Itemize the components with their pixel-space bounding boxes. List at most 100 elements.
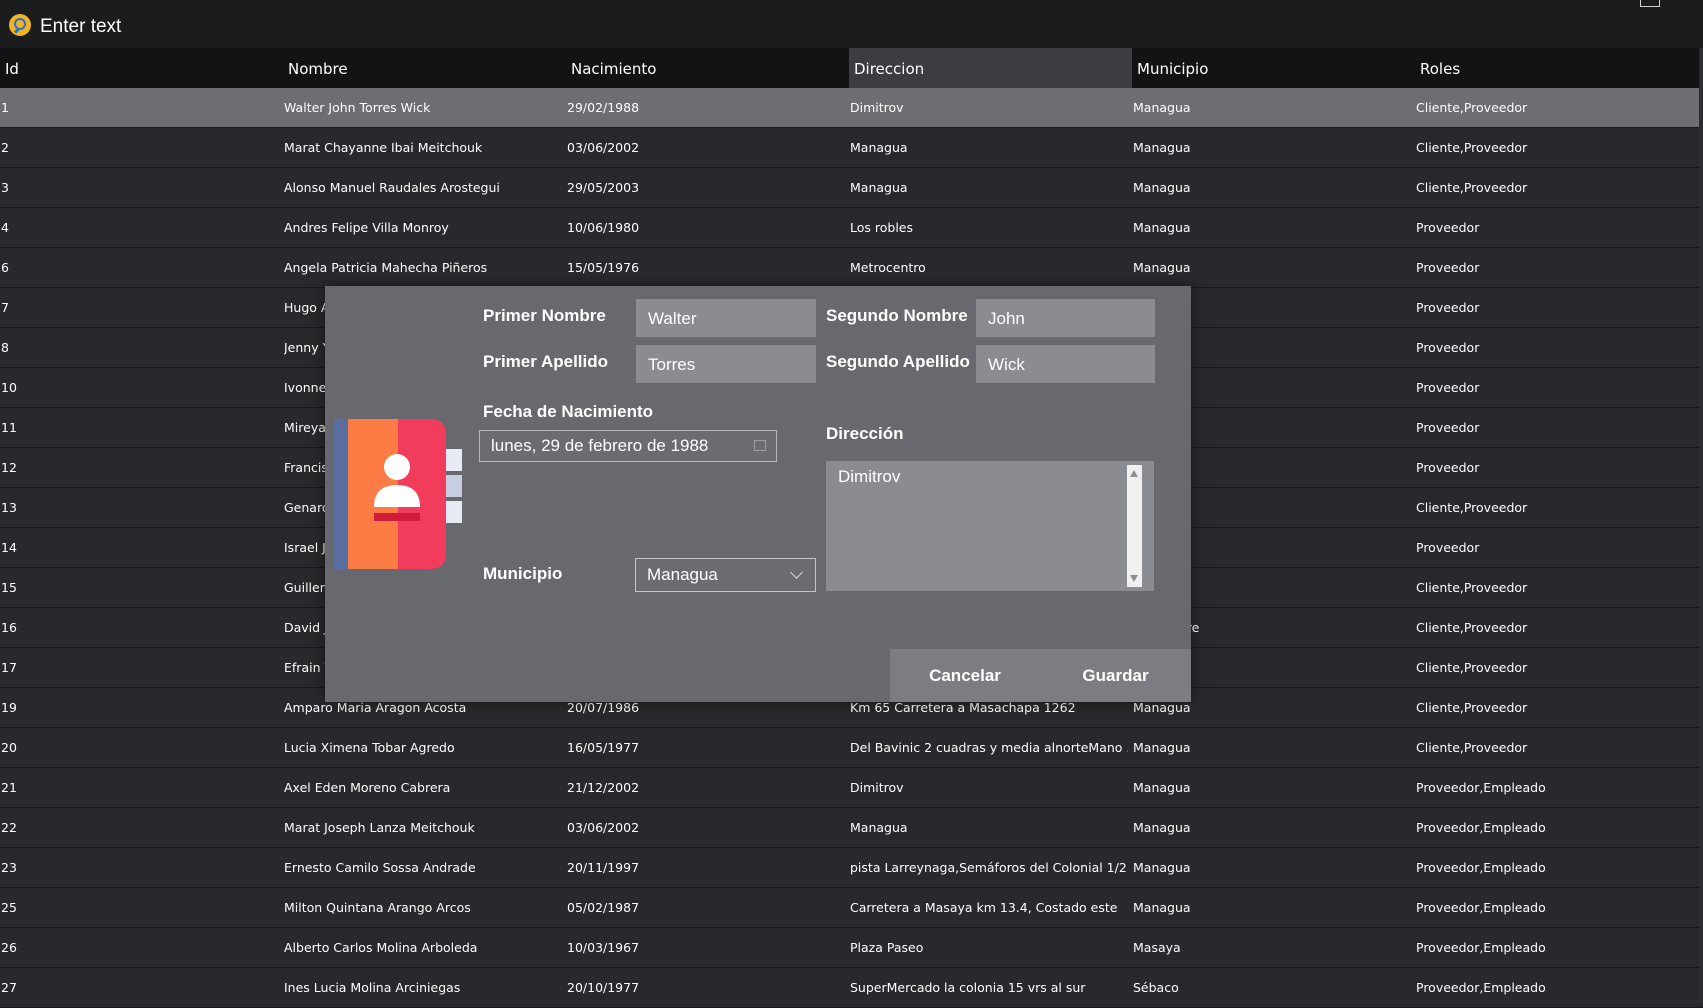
cell-roles: Proveedor,Empleado — [1416, 940, 1546, 955]
cell-nombre: Ernesto Camilo Sossa Andrade — [284, 860, 476, 875]
cell-roles: Cliente,Proveedor — [1416, 180, 1528, 195]
fecha-nacimiento-label: Fecha de Nacimiento — [483, 402, 654, 421]
municipio-label: Municipio — [483, 564, 563, 583]
cell-nombre: Alberto Carlos Molina Arboleda — [284, 940, 478, 955]
cell-roles: Cliente,Proveedor — [1416, 620, 1528, 635]
table-row[interactable]: 20 Lucia Ximena Tobar Agredo 16/05/1977 Del… — [0, 728, 1703, 768]
cell-id: 16 — [1, 620, 17, 635]
scroll-down-icon[interactable] — [1130, 575, 1138, 582]
column-header-municipio[interactable]: Municipio — [1132, 48, 1415, 88]
cell-roles: Cliente,Proveedor — [1416, 500, 1528, 515]
cell-nacimiento: 15/05/1976 — [567, 260, 640, 275]
table-row[interactable]: 25 Milton Quintana Arango Arcos 05/02/1987… — [0, 888, 1703, 928]
cell-nombre: Ines Lucia Molina Arciniegas — [284, 980, 461, 995]
cell-nombre: Marat Chayanne Ibai Meitchouk — [284, 140, 483, 155]
cell-nacimiento: 10/06/1980 — [567, 220, 640, 235]
segundo-nombre-label: Segundo Nombre — [826, 306, 968, 325]
cell-roles: Proveedor — [1416, 460, 1480, 475]
grid-header: Id Nombre Nacimiento Direccion Municipio… — [0, 48, 1703, 88]
cell-id: 1 — [1, 100, 9, 115]
cell-direccion: Dimitrov — [850, 780, 904, 795]
save-button[interactable]: Guardar — [1040, 649, 1191, 702]
cell-id: 23 — [1, 860, 17, 875]
cell-direccion: SuperMercado la colonia 15 vrs al sur — [850, 980, 1086, 995]
cell-roles: Proveedor,Empleado — [1416, 980, 1546, 995]
cell-nacimiento: 16/05/1977 — [567, 740, 640, 755]
column-header-direccion[interactable]: Direccion — [849, 48, 1132, 88]
cell-municipio: Managua — [1133, 900, 1191, 915]
primer-apellido-field[interactable]: Torres — [636, 345, 816, 383]
cell-direccion: Plaza Paseo — [850, 940, 924, 955]
cell-municipio: Managua — [1133, 180, 1191, 195]
table-row[interactable]: 3 Alonso Manuel Raudales Arostegui 29/05/2… — [0, 168, 1703, 208]
fecha-nacimiento-picker[interactable]: lunes, 29 de febrero de 1988 — [479, 430, 777, 462]
cell-roles: Proveedor — [1416, 300, 1480, 315]
cell-id: 21 — [1, 780, 17, 795]
table-row[interactable]: 22 Marat Joseph Lanza Meitchouk 03/06/2002… — [0, 808, 1703, 848]
cell-id: 4 — [1, 220, 9, 235]
cell-roles: Proveedor,Empleado — [1416, 780, 1546, 795]
segundo-nombre-field[interactable]: John — [976, 299, 1155, 337]
fecha-nacimiento-value: lunes, 29 de febrero de 1988 — [491, 436, 709, 455]
cell-roles: Proveedor,Empleado — [1416, 860, 1546, 875]
direccion-textarea[interactable]: Dimitrov — [826, 461, 1154, 591]
cell-nacimiento: 03/06/2002 — [567, 820, 640, 835]
cell-nacimiento: 29/02/1988 — [567, 100, 640, 115]
cell-id: 8 — [1, 340, 9, 355]
cell-roles: Cliente,Proveedor — [1416, 140, 1528, 155]
cell-roles: Cliente,Proveedor — [1416, 580, 1528, 595]
segundo-apellido-label: Segundo Apellido — [826, 352, 970, 371]
cell-id: 26 — [1, 940, 17, 955]
calendar-icon[interactable] — [754, 440, 766, 451]
cell-roles: Proveedor,Empleado — [1416, 820, 1546, 835]
cell-nombre: Alonso Manuel Raudales Arostegui — [284, 180, 500, 195]
cell-nombre: Axel Eden Moreno Cabrera — [284, 780, 451, 795]
contact-book-icon — [334, 419, 462, 569]
dialog-button-bar: Cancelar Guardar — [890, 649, 1191, 702]
cell-municipio: Managua — [1133, 860, 1191, 875]
table-row[interactable]: 23 Ernesto Camilo Sossa Andrade 20/11/1997… — [0, 848, 1703, 888]
column-header-roles[interactable]: Roles — [1415, 48, 1699, 88]
table-row[interactable]: 26 Alberto Carlos Molina Arboleda 10/03/19… — [0, 928, 1703, 968]
cell-id: 17 — [1, 660, 17, 675]
cancel-button[interactable]: Cancelar — [890, 649, 1040, 702]
table-row[interactable]: 1 Walter John Torres Wick 29/02/1988 Dimitr… — [0, 88, 1703, 128]
primer-apellido-label: Primer Apellido — [483, 352, 609, 371]
cell-roles: Proveedor — [1416, 260, 1480, 275]
primer-nombre-label: Primer Nombre — [483, 306, 606, 325]
cell-direccion: Managua — [850, 820, 908, 835]
cell-municipio: Managua — [1133, 740, 1191, 755]
cell-roles: Cliente,Proveedor — [1416, 660, 1528, 675]
direccion-label: Dirección — [826, 424, 904, 443]
search-bar: Enter text — [0, 0, 1703, 48]
cell-roles: Proveedor — [1416, 380, 1480, 395]
maximize-icon[interactable] — [1640, 0, 1660, 7]
textarea-scrollbar[interactable] — [1127, 465, 1142, 587]
column-header-nacimiento[interactable]: Nacimiento — [566, 48, 849, 88]
search-input[interactable]: Enter text — [40, 16, 121, 38]
cell-roles: Proveedor — [1416, 540, 1480, 555]
table-row[interactable]: 21 Axel Eden Moreno Cabrera 21/12/2002 Dimi… — [0, 768, 1703, 808]
table-row[interactable]: 27 Ines Lucia Molina Arciniegas 20/10/1977… — [0, 968, 1703, 1008]
cell-id: 11 — [1, 420, 17, 435]
table-row[interactable]: 4 Andres Felipe Villa Monroy 10/06/1980 Los… — [0, 208, 1703, 248]
cell-roles: Proveedor — [1416, 220, 1480, 235]
table-row[interactable]: 6 Angela Patricia Mahecha Piñeros 15/05/19… — [0, 248, 1703, 288]
cell-direccion: Los robles — [850, 220, 914, 235]
direccion-value: Dimitrov — [838, 467, 901, 486]
cell-nombre: Andres Felipe Villa Monroy — [284, 220, 449, 235]
column-header-id[interactable]: Id — [0, 48, 283, 88]
cell-nombre: Walter John Torres Wick — [284, 100, 431, 115]
cell-municipio: Managua — [1133, 220, 1191, 235]
cell-id: 20 — [1, 740, 17, 755]
scroll-up-icon[interactable] — [1130, 470, 1138, 477]
cell-nacimiento: 03/06/2002 — [567, 140, 640, 155]
search-icon[interactable] — [9, 14, 31, 36]
primer-nombre-field[interactable]: Walter — [636, 299, 816, 337]
column-header-nombre[interactable]: Nombre — [283, 48, 566, 88]
segundo-apellido-field[interactable]: Wick — [976, 345, 1155, 383]
grid-scrollbar[interactable] — [1699, 48, 1703, 1003]
table-row[interactable]: 2 Marat Chayanne Ibai Meitchouk 03/06/2002… — [0, 128, 1703, 168]
municipio-select[interactable]: Managua — [635, 558, 816, 592]
cell-municipio: Sébaco — [1133, 980, 1179, 995]
